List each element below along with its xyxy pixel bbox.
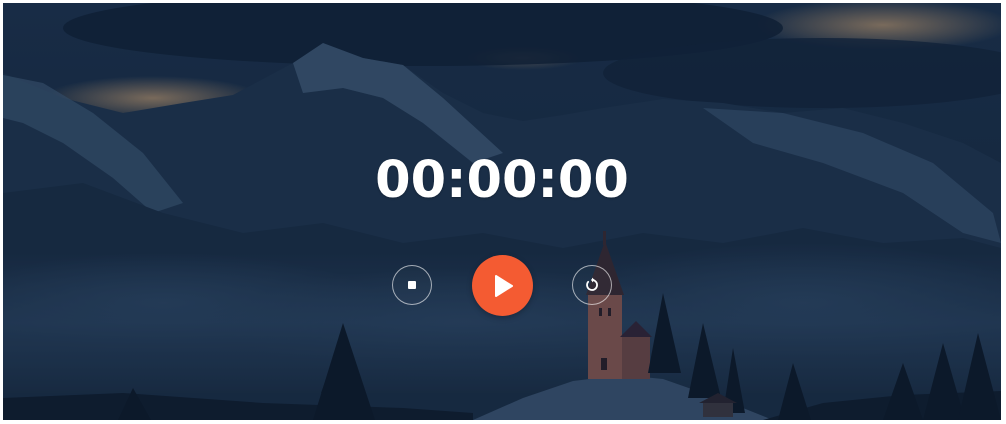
stopwatch-app: 00:00:00 <box>3 3 1001 420</box>
reset-icon <box>584 277 600 293</box>
time-display: 00:00:00 <box>375 151 629 210</box>
stop-icon <box>408 281 416 289</box>
play-button[interactable] <box>472 255 533 316</box>
play-icon <box>493 274 513 297</box>
reset-button[interactable] <box>572 265 612 305</box>
stop-button[interactable] <box>392 265 432 305</box>
